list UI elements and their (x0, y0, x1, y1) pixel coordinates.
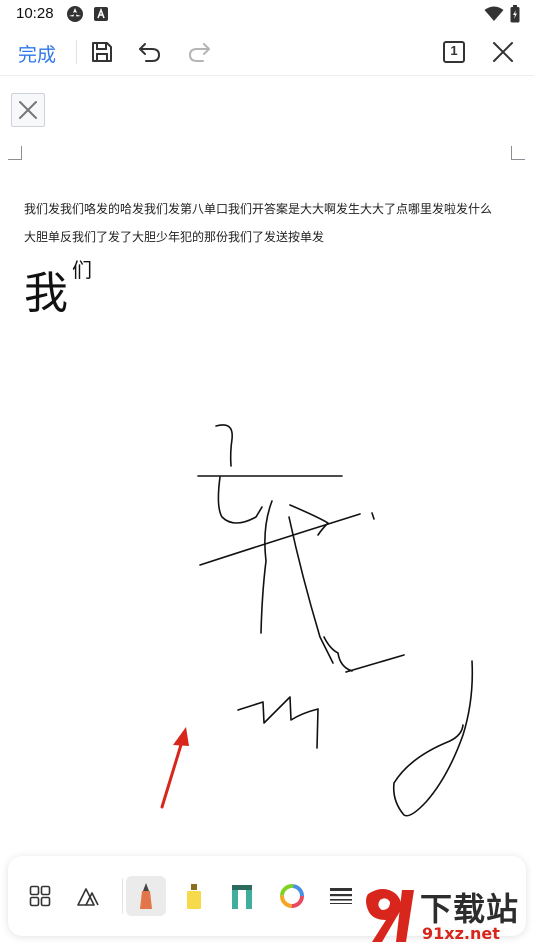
undo-icon[interactable] (136, 38, 164, 66)
page-number: 1 (450, 43, 458, 58)
status-icons-right (484, 5, 520, 23)
wifi-icon (484, 6, 504, 21)
highlighter-icon (187, 884, 201, 909)
pen-tool[interactable] (126, 876, 166, 916)
highlighter-tool[interactable] (174, 876, 214, 916)
redo-icon[interactable] (185, 38, 213, 66)
a-badge-icon (94, 7, 108, 21)
close-icon[interactable] (489, 38, 517, 66)
pen-icon (140, 883, 152, 909)
battery-icon (510, 5, 520, 23)
drawing-canvas[interactable]: 我们发我们咯发的哈发我们发第八单口我们开答案是大大啊发生大大了点哪里发啦发什么 … (0, 77, 534, 850)
done-button[interactable]: 完成 (18, 40, 56, 67)
status-time: 10:28 (16, 5, 54, 22)
watermark-url: 91xz.net (422, 924, 500, 943)
shapes-icon (77, 888, 99, 906)
apps-tool[interactable] (20, 876, 60, 916)
shapes-tool[interactable] (68, 876, 108, 916)
toolbar-divider (76, 40, 77, 64)
line-weight-tool[interactable] (321, 876, 361, 916)
marker-tool[interactable] (222, 876, 262, 916)
sync-icon (67, 6, 83, 22)
top-toolbar: 完成 1 (0, 28, 534, 76)
page-count-button[interactable]: 1 (440, 38, 468, 66)
status-icons-left (66, 5, 108, 23)
arrow-head (173, 727, 189, 746)
status-bar: 10:28 (0, 0, 534, 28)
color-wheel-icon (280, 884, 304, 908)
arrow-shaft (160, 733, 186, 809)
watermark-logo (366, 889, 414, 942)
handwriting-strokes (160, 424, 474, 817)
marker-icon (232, 885, 252, 909)
color-picker-tool[interactable] (272, 876, 312, 916)
save-icon[interactable] (88, 38, 116, 66)
watermark: 下载站 91xz.net (362, 884, 532, 946)
tool-divider (122, 878, 123, 914)
apps-icon (29, 885, 51, 907)
line-weight-icon (330, 888, 352, 904)
